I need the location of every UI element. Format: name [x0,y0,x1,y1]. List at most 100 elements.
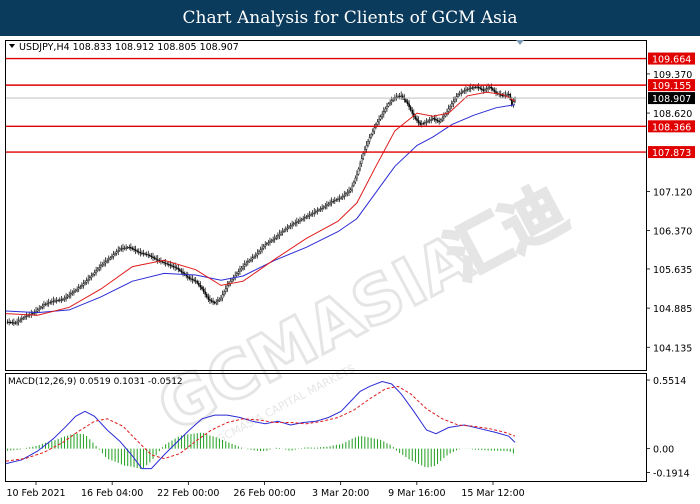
candle-body [77,287,80,290]
candle-body [401,95,404,98]
candle-body [337,198,339,200]
candle-body [469,87,472,89]
candle-body [371,130,374,135]
candle-body [24,316,26,318]
candle-body [41,305,44,308]
candle-body [32,313,34,315]
candle-body [492,88,494,91]
candle-body [245,262,248,265]
candle-body [21,318,23,321]
candle-body [202,288,205,292]
candle-body [71,292,74,295]
candle-body [294,222,297,224]
candle-body [213,302,216,304]
candle-body [172,266,175,268]
candle-body [155,258,157,260]
symbol-quote: USDJPY,H4 108.833 108.912 108.805 108.90… [19,42,239,53]
candle-body [319,208,322,211]
candle-body [259,249,262,252]
candle-body [406,101,409,104]
candle-body [125,247,127,249]
candle-body [150,255,153,258]
candle-body [141,252,143,254]
candle-body [360,158,363,164]
candle-body [131,247,134,250]
price-tick-label: 105.635 [653,265,692,276]
candle-body [326,204,328,207]
candle-body [354,177,357,183]
candle-body [436,119,439,122]
candle-body [145,254,148,256]
candle-body [207,296,210,300]
candle-body [458,93,461,95]
candle-body [205,294,208,298]
candle-body [447,108,450,112]
candle-body [81,285,83,287]
chart-svg: GCMASIA 汇迪 GCMASIA CAPITAL MARKETS 109.6… [5,40,695,499]
candle-body [376,121,379,125]
candle-body [242,266,244,269]
candle-body [303,217,306,219]
candle-body [487,87,489,89]
candle-body [454,98,456,102]
candle-body [321,207,323,210]
candle-body [198,282,200,286]
candle-body [168,264,170,266]
level-label: 109.155 [652,81,691,92]
candle-body [201,286,203,290]
candle-body [269,241,271,243]
candle-body [57,300,59,302]
candle-body [512,101,515,105]
candle-body [460,92,463,94]
candle-body [330,201,333,204]
candle-body [286,227,289,230]
candle-body [38,308,40,311]
candle-body [501,94,504,97]
candle-body [417,120,420,123]
candle-body [348,190,350,193]
candle-body [186,275,189,278]
candle-body [511,99,513,105]
candle-body [346,192,349,194]
candle-body [152,256,154,258]
candle-body [365,145,368,150]
candle-body [288,226,290,229]
candle-body [204,291,206,295]
candle-body [22,317,25,320]
candle-body [352,181,355,187]
candle-body [488,86,491,89]
candle-body [291,224,293,227]
candle-body [65,297,67,299]
price-tick-label: 108.620 [653,109,692,120]
time-tick-label: 15 Mar 12:00 [461,488,524,499]
candle-body [261,247,263,251]
candle-body [280,232,282,235]
candle-body [112,254,115,257]
candle-body [389,101,391,104]
candle-body [103,262,105,265]
macd-tick-label: -0.1914 [653,468,690,479]
candle-body [27,315,29,317]
candle-body [414,116,417,119]
candle-body [322,206,325,209]
candle-body [210,300,213,302]
candle-body [58,299,61,301]
candle-body [357,168,360,175]
candle-body [296,221,298,224]
candle-body [381,113,384,117]
candle-body [465,89,467,91]
macd-axis: 0.5514 0.00 -0.1914 [646,376,690,479]
candle-body [278,234,281,236]
candle-body [52,300,55,302]
time-axis: 10 Feb 2021 16 Feb 04:00 22 Feb 00:00 26 Fe… [6,481,525,499]
candle-body [44,303,47,305]
price-tick-label: 104.885 [653,304,692,315]
candle-body [382,111,385,115]
candle-body [79,286,82,289]
price-axis: 109.664 109.155 108.366 107.873 108.907 109.3… [646,52,695,354]
candle-body [171,265,173,267]
candle-body [107,258,110,261]
candle-body [136,250,139,252]
macd-label: MACD(12,26,9) 0.0519 0.1031 -0.0512 [8,377,183,387]
candle-body [316,210,319,212]
